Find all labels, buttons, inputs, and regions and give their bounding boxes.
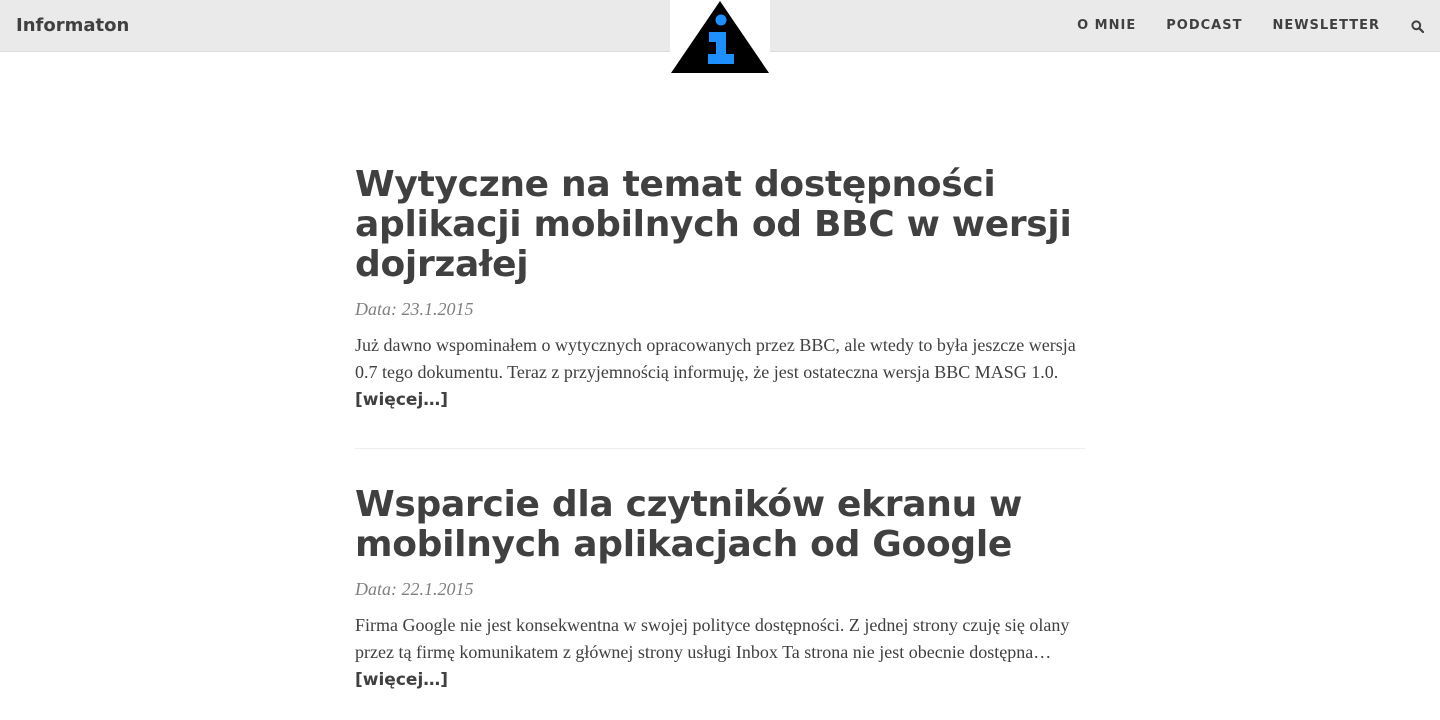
site-logo[interactable] xyxy=(670,0,770,75)
nav-item-newsletter[interactable]: NEWSLETTER xyxy=(1272,16,1380,36)
nav-item-podcast[interactable]: PODCAST xyxy=(1166,16,1242,36)
info-triangle-icon xyxy=(671,1,769,73)
post-excerpt: Już dawno wspominałem o wytycznych oprac… xyxy=(355,332,1085,414)
post-excerpt: Firma Google nie jest konsekwentna w swo… xyxy=(355,612,1085,694)
read-more-link[interactable]: [więcej…] xyxy=(355,390,448,410)
post-divider xyxy=(355,448,1085,449)
navbar: Informaton O MNIE PODCAST NEWSLETTER xyxy=(0,0,1440,75)
read-more-link[interactable]: [więcej…] xyxy=(355,670,448,690)
post-title-link[interactable]: Wytyczne na temat dostępności aplikacji … xyxy=(355,165,1085,285)
post-date: Data: 22.1.2015 xyxy=(355,579,474,599)
search-icon xyxy=(1410,19,1424,33)
search-button[interactable] xyxy=(1410,16,1424,36)
post-title-link[interactable]: Wsparcie dla czytników ekranu w mobilnyc… xyxy=(355,485,1085,565)
post-date: Data: 23.1.2015 xyxy=(355,299,474,319)
post-excerpt-text: Firma Google nie jest konsekwentna w swo… xyxy=(355,615,1070,662)
post-excerpt-text: Już dawno wspominałem o wytycznych oprac… xyxy=(355,335,1076,382)
post-preview: Wytyczne na temat dostępności aplikacji … xyxy=(355,165,1085,414)
brand-link[interactable]: Informaton xyxy=(16,13,129,39)
nav-item-o-mnie[interactable]: O MNIE xyxy=(1077,16,1136,36)
main-nav: O MNIE PODCAST NEWSLETTER xyxy=(1047,0,1424,52)
post-preview: Wsparcie dla czytników ekranu w mobilnyc… xyxy=(355,485,1085,694)
post-list: Wytyczne na temat dostępności aplikacji … xyxy=(355,165,1085,694)
